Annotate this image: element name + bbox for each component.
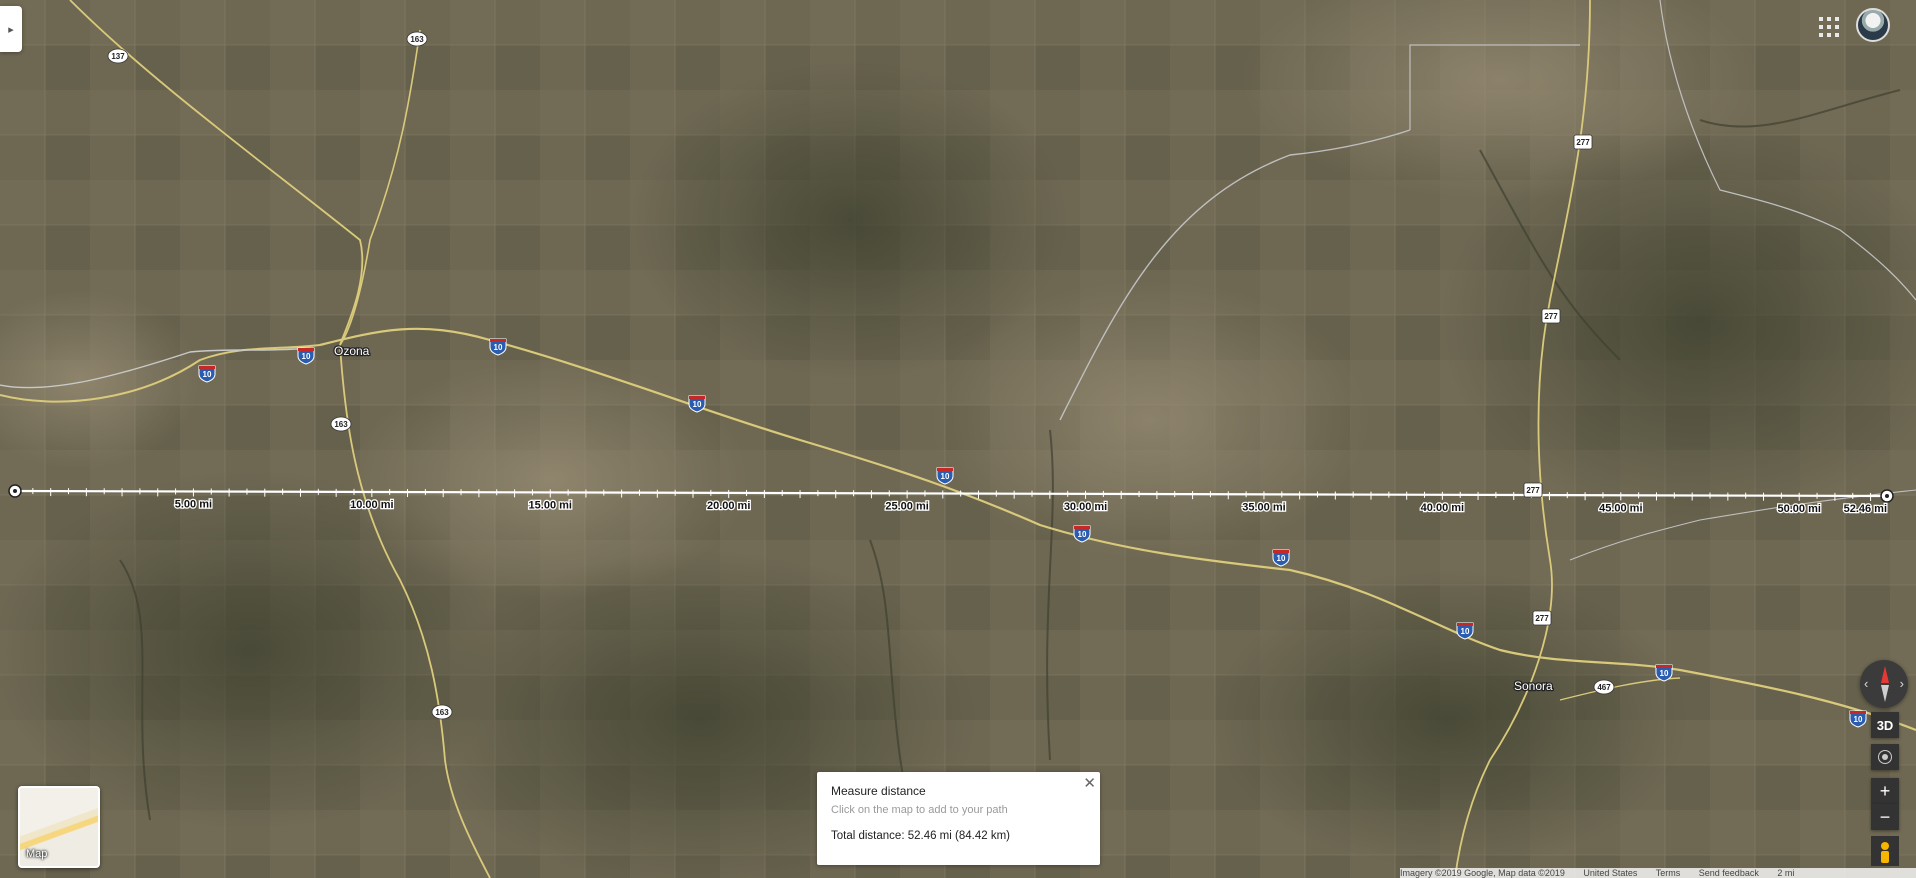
- footer-region[interactable]: United States: [1583, 868, 1637, 878]
- interstate-shield: 10: [1456, 622, 1474, 640]
- compass-south-needle: [1881, 685, 1889, 702]
- interstate-shield: 10: [297, 347, 315, 365]
- svg-text:137: 137: [111, 52, 125, 61]
- us-highway-shield: 277: [1523, 482, 1543, 498]
- measure-total-distance: Total distance: 52.46 mi (84.42 km): [831, 830, 1010, 842]
- scale-label: 10.00 mi: [350, 499, 393, 511]
- interstate-shield: 10: [198, 365, 216, 383]
- svg-text:10: 10: [1078, 530, 1087, 539]
- us-highway-shield: 277: [1573, 134, 1593, 150]
- interstate-shield: 10: [1073, 525, 1091, 543]
- svg-text:10: 10: [203, 370, 212, 379]
- scale-label: 25.00 mi: [885, 500, 928, 512]
- rotate-right-icon[interactable]: ›: [1900, 676, 1904, 692]
- svg-text:10: 10: [1277, 554, 1286, 563]
- scale-label: 40.00 mi: [1421, 502, 1464, 514]
- svg-text:277: 277: [1526, 486, 1540, 495]
- interstate-shield: 10: [1272, 549, 1290, 567]
- measure-hint: Click on the map to add to your path: [831, 804, 1008, 816]
- interstate-shield: 10: [1849, 710, 1867, 728]
- svg-text:10: 10: [1854, 715, 1863, 724]
- my-location-button[interactable]: [1871, 744, 1899, 770]
- state-highway-shield: 467: [1593, 679, 1615, 695]
- footer-scale[interactable]: 2 mi: [1777, 868, 1794, 878]
- svg-text:467: 467: [1597, 683, 1611, 692]
- scale-label: 52.46 mi: [1844, 503, 1887, 515]
- my-location-icon: [1882, 754, 1888, 760]
- interstate-shield: 10: [688, 395, 706, 413]
- rotate-left-icon[interactable]: ‹: [1864, 676, 1868, 692]
- footer-imagery: Imagery ©2019 Google, Map data ©2019: [1400, 868, 1565, 878]
- svg-text:10: 10: [1461, 627, 1470, 636]
- scale-label: 50.00 mi: [1778, 503, 1821, 515]
- svg-text:277: 277: [1576, 138, 1590, 147]
- map-layer-toggle[interactable]: Map: [18, 786, 100, 868]
- scale-label: 35.00 mi: [1242, 501, 1285, 513]
- svg-text:163: 163: [334, 420, 348, 429]
- svg-text:163: 163: [410, 35, 424, 44]
- footer-terms-link[interactable]: Terms: [1656, 868, 1681, 878]
- state-highway-shield: 163: [431, 704, 453, 720]
- state-highway-shield: 137: [107, 48, 129, 64]
- us-highway-shield: 277: [1541, 308, 1561, 324]
- measure-title: Measure distance: [831, 784, 926, 798]
- collapse-arrow-icon: ▸: [8, 23, 14, 36]
- svg-text:10: 10: [693, 400, 702, 409]
- map-footer: Imagery ©2019 Google, Map data ©2019 Uni…: [1400, 868, 1916, 878]
- close-icon[interactable]: ✕: [1083, 774, 1096, 792]
- zoom-out-button[interactable]: −: [1871, 804, 1899, 830]
- scale-label: 45.00 mi: [1599, 502, 1642, 514]
- toggle-3d-button[interactable]: 3D: [1871, 712, 1899, 738]
- layer-label: Map: [26, 848, 48, 860]
- compass-icon[interactable]: ‹ ›: [1860, 660, 1908, 708]
- scale-label: 15.00 mi: [529, 499, 572, 511]
- interstate-shield: 10: [489, 338, 507, 356]
- satellite-map[interactable]: 5.00 mi 10.00 mi 15.00 mi 20.00 mi 25.00 mi 3…: [0, 0, 1916, 878]
- state-highway-shield: 163: [406, 31, 428, 47]
- svg-text:10: 10: [1660, 669, 1669, 678]
- interstate-shield: 10: [1655, 664, 1673, 682]
- zoom-in-button[interactable]: +: [1871, 778, 1899, 804]
- measure-distance-card: Measure distance Click on the map to add…: [817, 772, 1100, 865]
- svg-text:10: 10: [494, 343, 503, 352]
- compass-north-needle: [1881, 666, 1889, 683]
- interstate-shield: 10: [936, 467, 954, 485]
- scale-label: 20.00 mi: [707, 500, 750, 512]
- us-highway-shield: 277: [1532, 610, 1552, 626]
- scale-label: 5.00 mi: [175, 498, 212, 510]
- svg-text:10: 10: [302, 352, 311, 361]
- svg-text:277: 277: [1535, 614, 1549, 623]
- state-highway-shield: 163: [330, 416, 352, 432]
- apps-grid-icon[interactable]: [1816, 14, 1842, 40]
- pegman-icon[interactable]: [1871, 836, 1899, 866]
- svg-text:10: 10: [941, 472, 950, 481]
- measure-endpoint-end[interactable]: [1880, 489, 1894, 503]
- svg-text:163: 163: [435, 708, 449, 717]
- place-label-ozona: Ozona: [334, 344, 370, 358]
- footer-feedback-link[interactable]: Send feedback: [1699, 868, 1759, 878]
- place-label-sonora: Sonora: [1514, 679, 1553, 693]
- collapse-panel-button[interactable]: ▸: [0, 6, 22, 52]
- svg-text:277: 277: [1544, 312, 1558, 321]
- scale-label: 30.00 mi: [1064, 501, 1107, 513]
- account-avatar-icon[interactable]: [1856, 8, 1890, 42]
- measure-endpoint-start[interactable]: [8, 484, 22, 498]
